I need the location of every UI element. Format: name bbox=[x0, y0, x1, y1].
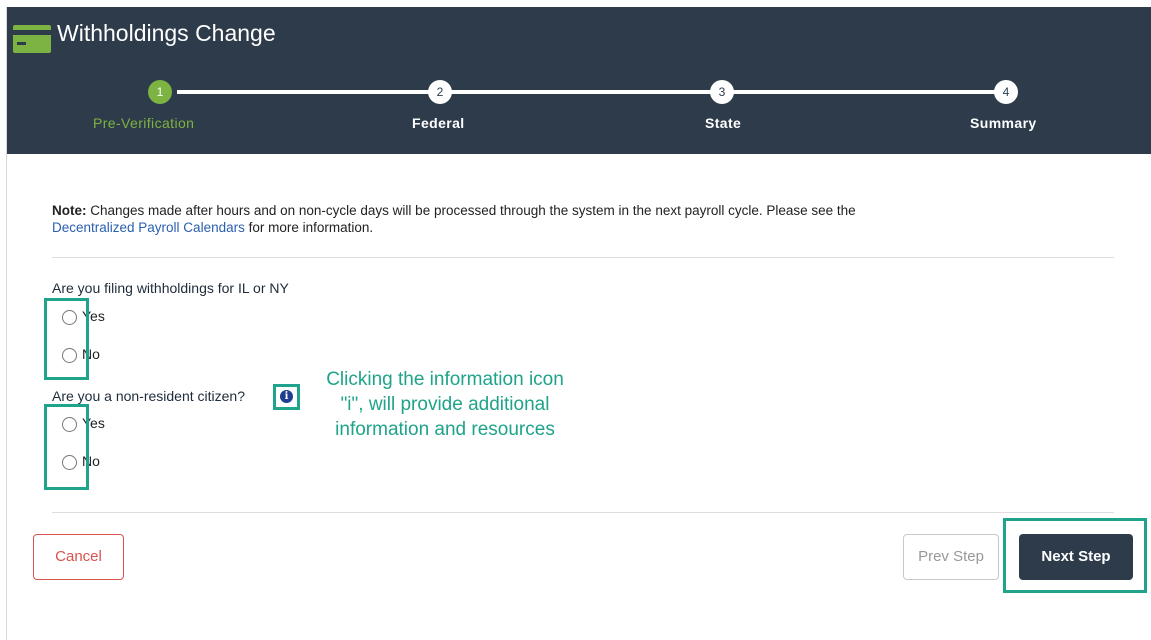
step-3-indicator: 3 bbox=[710, 80, 734, 104]
callout-line-3: information and resources bbox=[335, 419, 555, 440]
question-non-resident: Are you a non-resident citizen? bbox=[52, 388, 245, 404]
cancel-button[interactable]: Cancel bbox=[33, 534, 124, 580]
step-2-indicator: 2 bbox=[428, 80, 452, 104]
step-1-label: Pre-Verification bbox=[93, 115, 195, 131]
payroll-calendars-link[interactable]: Decentralized Payroll Calendars bbox=[52, 220, 245, 235]
step-3-label: State bbox=[705, 115, 742, 131]
stepper-track bbox=[177, 90, 997, 94]
note-text: Changes made after hours and on non-cycl… bbox=[86, 203, 856, 218]
divider-top bbox=[52, 257, 1114, 258]
step-2-label: Federal bbox=[412, 115, 465, 131]
step-4-label: Summary bbox=[970, 115, 1037, 131]
page-title: Withholdings Change bbox=[57, 20, 276, 46]
highlight-box-il-ny-radios bbox=[44, 298, 89, 380]
next-step-button[interactable]: Next Step bbox=[1019, 534, 1133, 580]
question-il-ny: Are you filing withholdings for IL or NY bbox=[52, 280, 289, 296]
callout-line-1: Clicking the information icon bbox=[326, 369, 564, 390]
prev-step-button[interactable]: Prev Step bbox=[903, 534, 999, 580]
page-header: Withholdings Change 1 2 3 4 Pre-Verifica… bbox=[7, 7, 1151, 154]
note-suffix: for more information. bbox=[244, 220, 374, 235]
credit-card-icon bbox=[13, 25, 51, 53]
info-callout: Clicking the information icon "i", will … bbox=[300, 367, 590, 442]
progress-stepper: 1 2 3 4 Pre-Verification Federal State S… bbox=[7, 77, 1151, 137]
note-label: Note: bbox=[52, 203, 87, 218]
step-1-indicator: 1 bbox=[148, 80, 172, 104]
highlight-box-non-resident-radios bbox=[44, 404, 89, 490]
highlight-box-info-icon bbox=[273, 384, 300, 410]
callout-line-2: "i", will provide additional bbox=[340, 394, 550, 415]
payroll-note: Note: Changes made after hours and on no… bbox=[52, 202, 1092, 236]
step-4-indicator: 4 bbox=[994, 80, 1018, 104]
divider-bottom bbox=[52, 512, 1114, 513]
